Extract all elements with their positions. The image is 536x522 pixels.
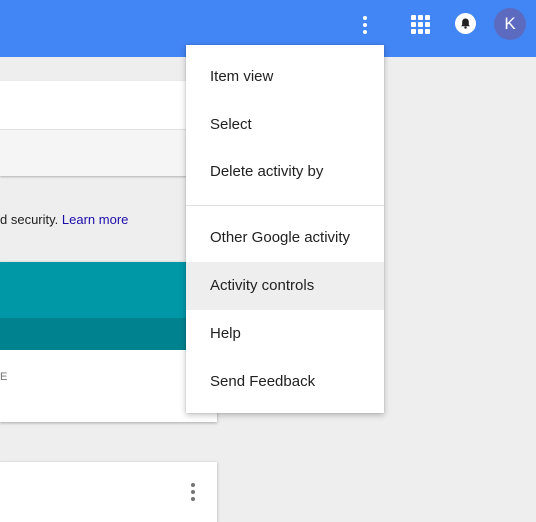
- menu-divider: [186, 205, 384, 206]
- learn-more-link[interactable]: Learn more: [62, 212, 128, 227]
- account-avatar[interactable]: K: [494, 8, 526, 40]
- menu-item-delete-activity-by[interactable]: Delete activity by: [186, 148, 384, 196]
- activity-card: E: [0, 262, 217, 422]
- menu-item-help[interactable]: Help: [186, 310, 384, 358]
- privacy-info-text: d security. Learn more: [0, 212, 128, 227]
- menu-item-send-feedback[interactable]: Send Feedback: [186, 358, 384, 406]
- menu-item-item-view[interactable]: Item view: [186, 53, 384, 101]
- overflow-menu: Item view Select Delete activity by Othe…: [186, 45, 384, 413]
- search-card: [0, 81, 217, 176]
- card-subheader-band: [0, 318, 217, 350]
- notifications-bell-icon[interactable]: [455, 13, 476, 34]
- apps-grid-icon[interactable]: [411, 15, 430, 34]
- more-vert-icon[interactable]: [357, 16, 373, 34]
- card-more-vert-icon[interactable]: [185, 483, 201, 501]
- activity-item-card: [0, 462, 217, 522]
- filter-row[interactable]: [0, 130, 217, 176]
- menu-item-select[interactable]: Select: [186, 101, 384, 149]
- card-header-band: [0, 262, 217, 318]
- info-text-body: d security.: [0, 212, 59, 227]
- menu-item-activity-controls[interactable]: Activity controls: [186, 262, 384, 310]
- menu-item-other-google-activity[interactable]: Other Google activity: [186, 214, 384, 262]
- bell-glyph-icon: [461, 18, 470, 29]
- card-label: E: [0, 371, 8, 383]
